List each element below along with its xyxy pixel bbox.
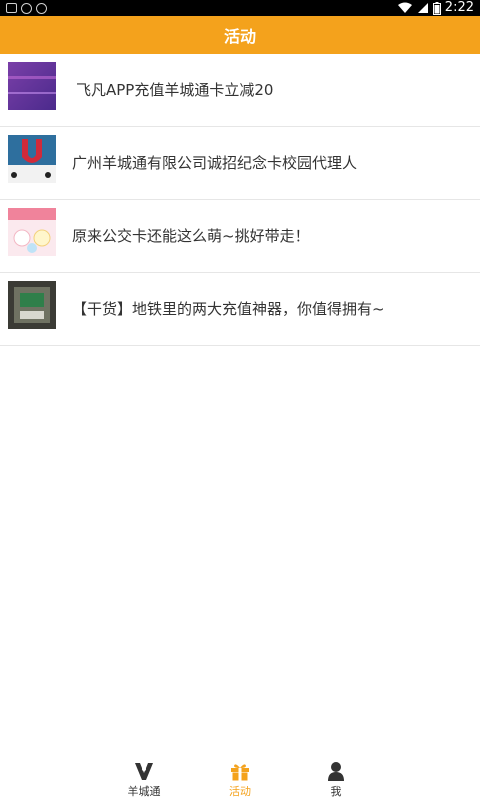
clock: 2:22 [444,0,474,15]
image-notification-icon [6,3,17,13]
activity-list: 飞凡APP充值羊城通卡立减20 广州羊城通有限公司诚招纪念卡校园代理人 原来公交 [0,54,480,346]
wifi-icon [397,2,412,13]
bottom-tab-bar: 羊城通 活动 我 [0,750,480,800]
activity-item[interactable]: 广州羊城通有限公司诚招纪念卡校园代理人 [0,127,480,200]
tab-activity[interactable]: 活动 [210,760,270,800]
header-bar: 活动 [0,16,480,54]
activity-title: 原来公交卡还能这么萌~挑好带走！ [72,227,310,245]
user-icon [328,762,344,781]
gift-icon [231,764,249,781]
page-title: 活动 [223,27,256,46]
activity-thumbnail [8,281,56,329]
tab-label: 羊城通 [127,785,161,798]
tab-label: 活动 [229,785,251,798]
tab-yangchengtong[interactable]: 羊城通 [114,760,174,800]
tab-label: 我 [330,785,342,798]
activity-item[interactable]: 【干货】地铁里的两大充值神器，你值得拥有~ [0,273,480,346]
tab-me[interactable]: 我 [306,760,366,800]
battery-icon [432,1,441,15]
status-bar: 2:22 [0,0,480,16]
activity-thumbnail [8,135,56,183]
yangchengtong-icon [135,763,153,780]
activity-title: 飞凡APP充值羊城通卡立减20 [76,81,274,99]
activity-thumbnail [8,62,56,110]
activity-title: 广州羊城通有限公司诚招纪念卡校园代理人 [72,154,358,172]
activity-item[interactable]: 飞凡APP充值羊城通卡立减20 [0,54,480,127]
activity-item[interactable]: 原来公交卡还能这么萌~挑好带走！ [0,200,480,273]
alarm-icon [36,2,47,14]
signal-icon [417,3,428,13]
activity-title: 【干货】地铁里的两大充值神器，你值得拥有~ [72,300,385,318]
app-notification-icon [21,2,32,14]
activity-thumbnail [8,208,56,256]
